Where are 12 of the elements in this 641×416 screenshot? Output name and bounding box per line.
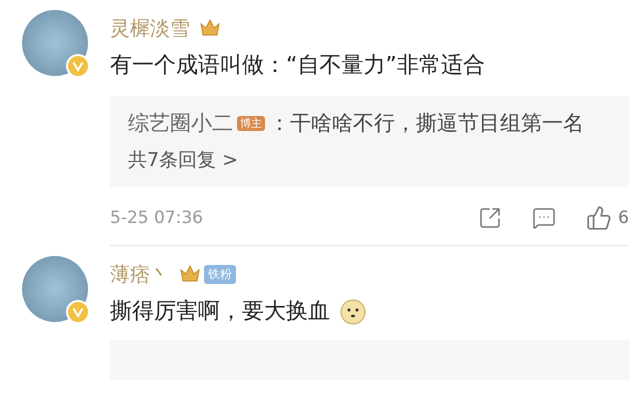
comment-text: 撕得厉害啊，要大换血 [110,298,330,326]
timestamp: 5-25 07:36 [110,208,204,228]
reply-text: 综艺圈小二 $^{博主}$ ：干啥啥不行，撕逼节目组第一名 [128,110,585,137]
comment-icon[interactable] [532,206,556,230]
comment-text: 有一个成语叫做：“自不量力”非常适合 [110,52,485,80]
share-icon[interactable] [478,206,502,230]
username[interactable]: 灵樨淡雪 [110,14,190,42]
fan-tag: 铁粉 [204,264,236,284]
like-icon[interactable] [586,205,612,231]
like-count: 6 [618,208,629,228]
username[interactable]: 薄痞丶 [110,260,170,288]
more-replies-link[interactable]: 共7条回复 > [128,147,611,173]
